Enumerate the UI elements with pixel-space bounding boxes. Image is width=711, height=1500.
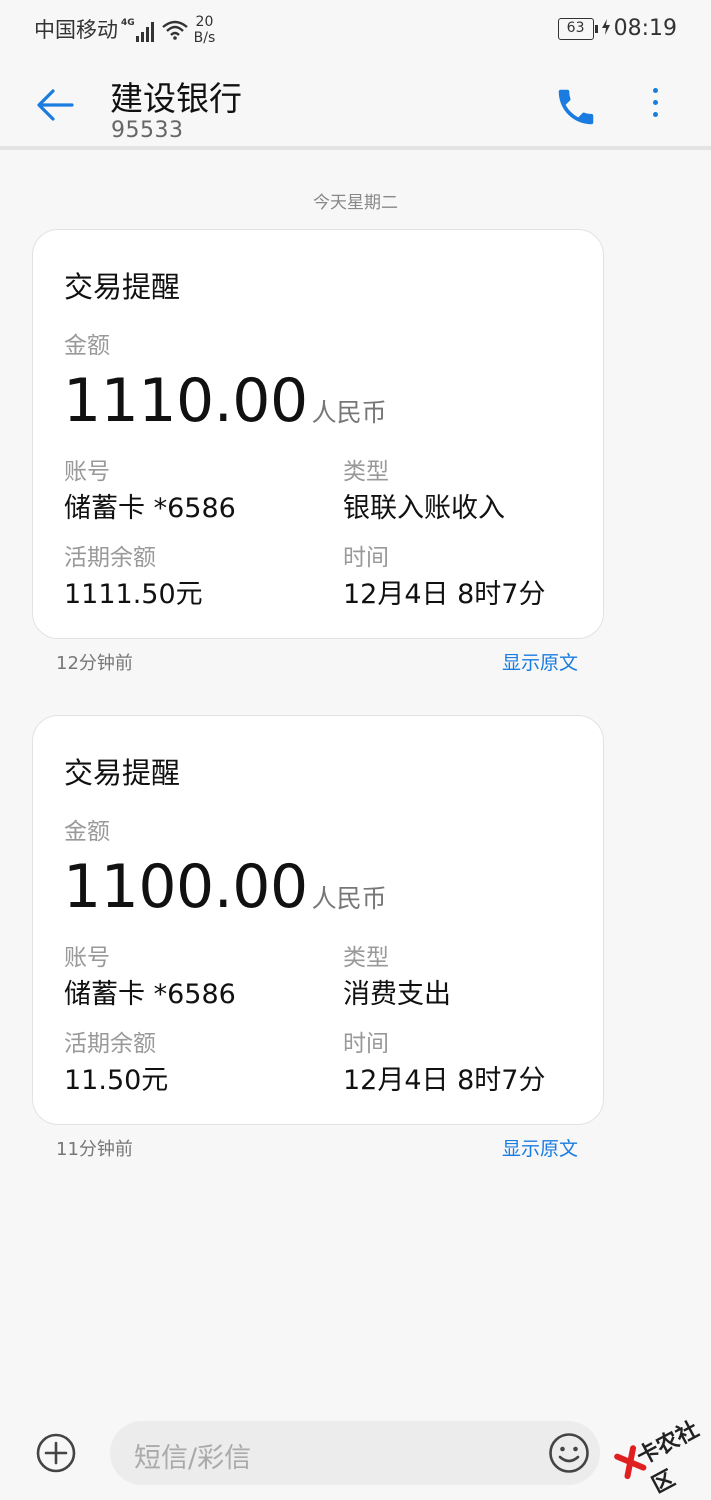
amount-label: 金额 (64, 333, 110, 359)
arrow-left-icon (37, 89, 74, 121)
amount-value: 1110.00 (63, 366, 308, 436)
carrier-name: 中国移动 (34, 18, 118, 42)
phone-icon (558, 89, 594, 125)
type-value: 银联入账收入 (343, 493, 505, 524)
account-value: 储蓄卡 *6586 (64, 493, 236, 524)
date-separator: 今天星期二 (313, 193, 398, 213)
speed-unit: B/s (193, 30, 216, 46)
account-label: 账号 (64, 459, 110, 485)
amount-value: 1100.00 (63, 852, 308, 922)
time-label: 时间 (343, 1031, 389, 1057)
balance-label: 活期余额 (64, 1031, 156, 1057)
add-attachment-button[interactable] (36, 1433, 76, 1473)
time-label: 时间 (343, 545, 389, 571)
status-time: 08:19 (613, 16, 677, 41)
more-vertical-icon (640, 88, 670, 117)
type-label: 类型 (343, 459, 389, 485)
back-button[interactable] (32, 82, 78, 128)
balance-label: 活期余额 (64, 545, 156, 571)
balance-value: 1111.50元 (64, 579, 203, 610)
network-speed: 20 B/s (194, 14, 216, 46)
contact-name: 建设银行 (110, 79, 242, 118)
amount-row: 1110.00 人民币 (63, 366, 387, 436)
plus-circle-icon (36, 1433, 76, 1473)
type-label: 类型 (343, 945, 389, 971)
currency-label: 人民币 (311, 398, 387, 427)
show-original-link[interactable]: 显示原文 (502, 1134, 578, 1161)
emoji-button[interactable] (548, 1432, 590, 1474)
message-title: 交易提醒 (64, 270, 181, 304)
time-value: 12月4日 8时7分 (343, 579, 546, 610)
message-relative-time: 12分钟前 (56, 653, 133, 674)
message-input[interactable]: 短信/彩信 (110, 1421, 600, 1485)
amount-row: 1100.00 人民币 (63, 852, 387, 922)
account-value: 储蓄卡 *6586 (64, 979, 236, 1010)
show-original-link[interactable]: 显示原文 (502, 648, 578, 675)
type-value: 消费支出 (343, 979, 451, 1010)
status-bar: 中国移动 4G 20 B/s 63 08:19 (0, 0, 711, 60)
balance-value: 11.50元 (64, 1065, 169, 1096)
message-title: 交易提醒 (64, 756, 181, 790)
more-options-button[interactable] (640, 84, 670, 130)
charging-icon (601, 18, 610, 39)
speed-value: 20 (195, 14, 214, 30)
watermark-logo: 卡农社区 (602, 1394, 711, 1499)
time-value: 12月4日 8时7分 (343, 1065, 546, 1096)
wifi-icon (161, 20, 188, 44)
call-button[interactable] (553, 84, 599, 130)
watermark-text: 卡农社区 (633, 1417, 704, 1499)
currency-label: 人民币 (311, 884, 387, 913)
contact-number: 95533 (111, 118, 184, 143)
amount-label: 金额 (64, 819, 110, 845)
battery-icon: 63 (557, 17, 598, 40)
conversation-header: 建设银行 95533 (0, 60, 711, 150)
smiley-icon (549, 1433, 589, 1473)
account-label: 账号 (64, 945, 110, 971)
status-left: 中国移动 4G 20 B/s (34, 14, 215, 46)
message-relative-time: 11分钟前 (56, 1139, 133, 1160)
message-input-placeholder: 短信/彩信 (134, 1443, 252, 1474)
network-type: 4G (121, 18, 135, 28)
status-right: 63 08:19 (557, 16, 677, 41)
signal-icon (135, 20, 154, 42)
message-card[interactable]: 交易提醒 金额 1100.00 人民币 账号 储蓄卡 *6586 类型 消费支出… (32, 715, 604, 1125)
message-card[interactable]: 交易提醒 金额 1110.00 人民币 账号 储蓄卡 *6586 类型 银联入账… (32, 229, 604, 639)
